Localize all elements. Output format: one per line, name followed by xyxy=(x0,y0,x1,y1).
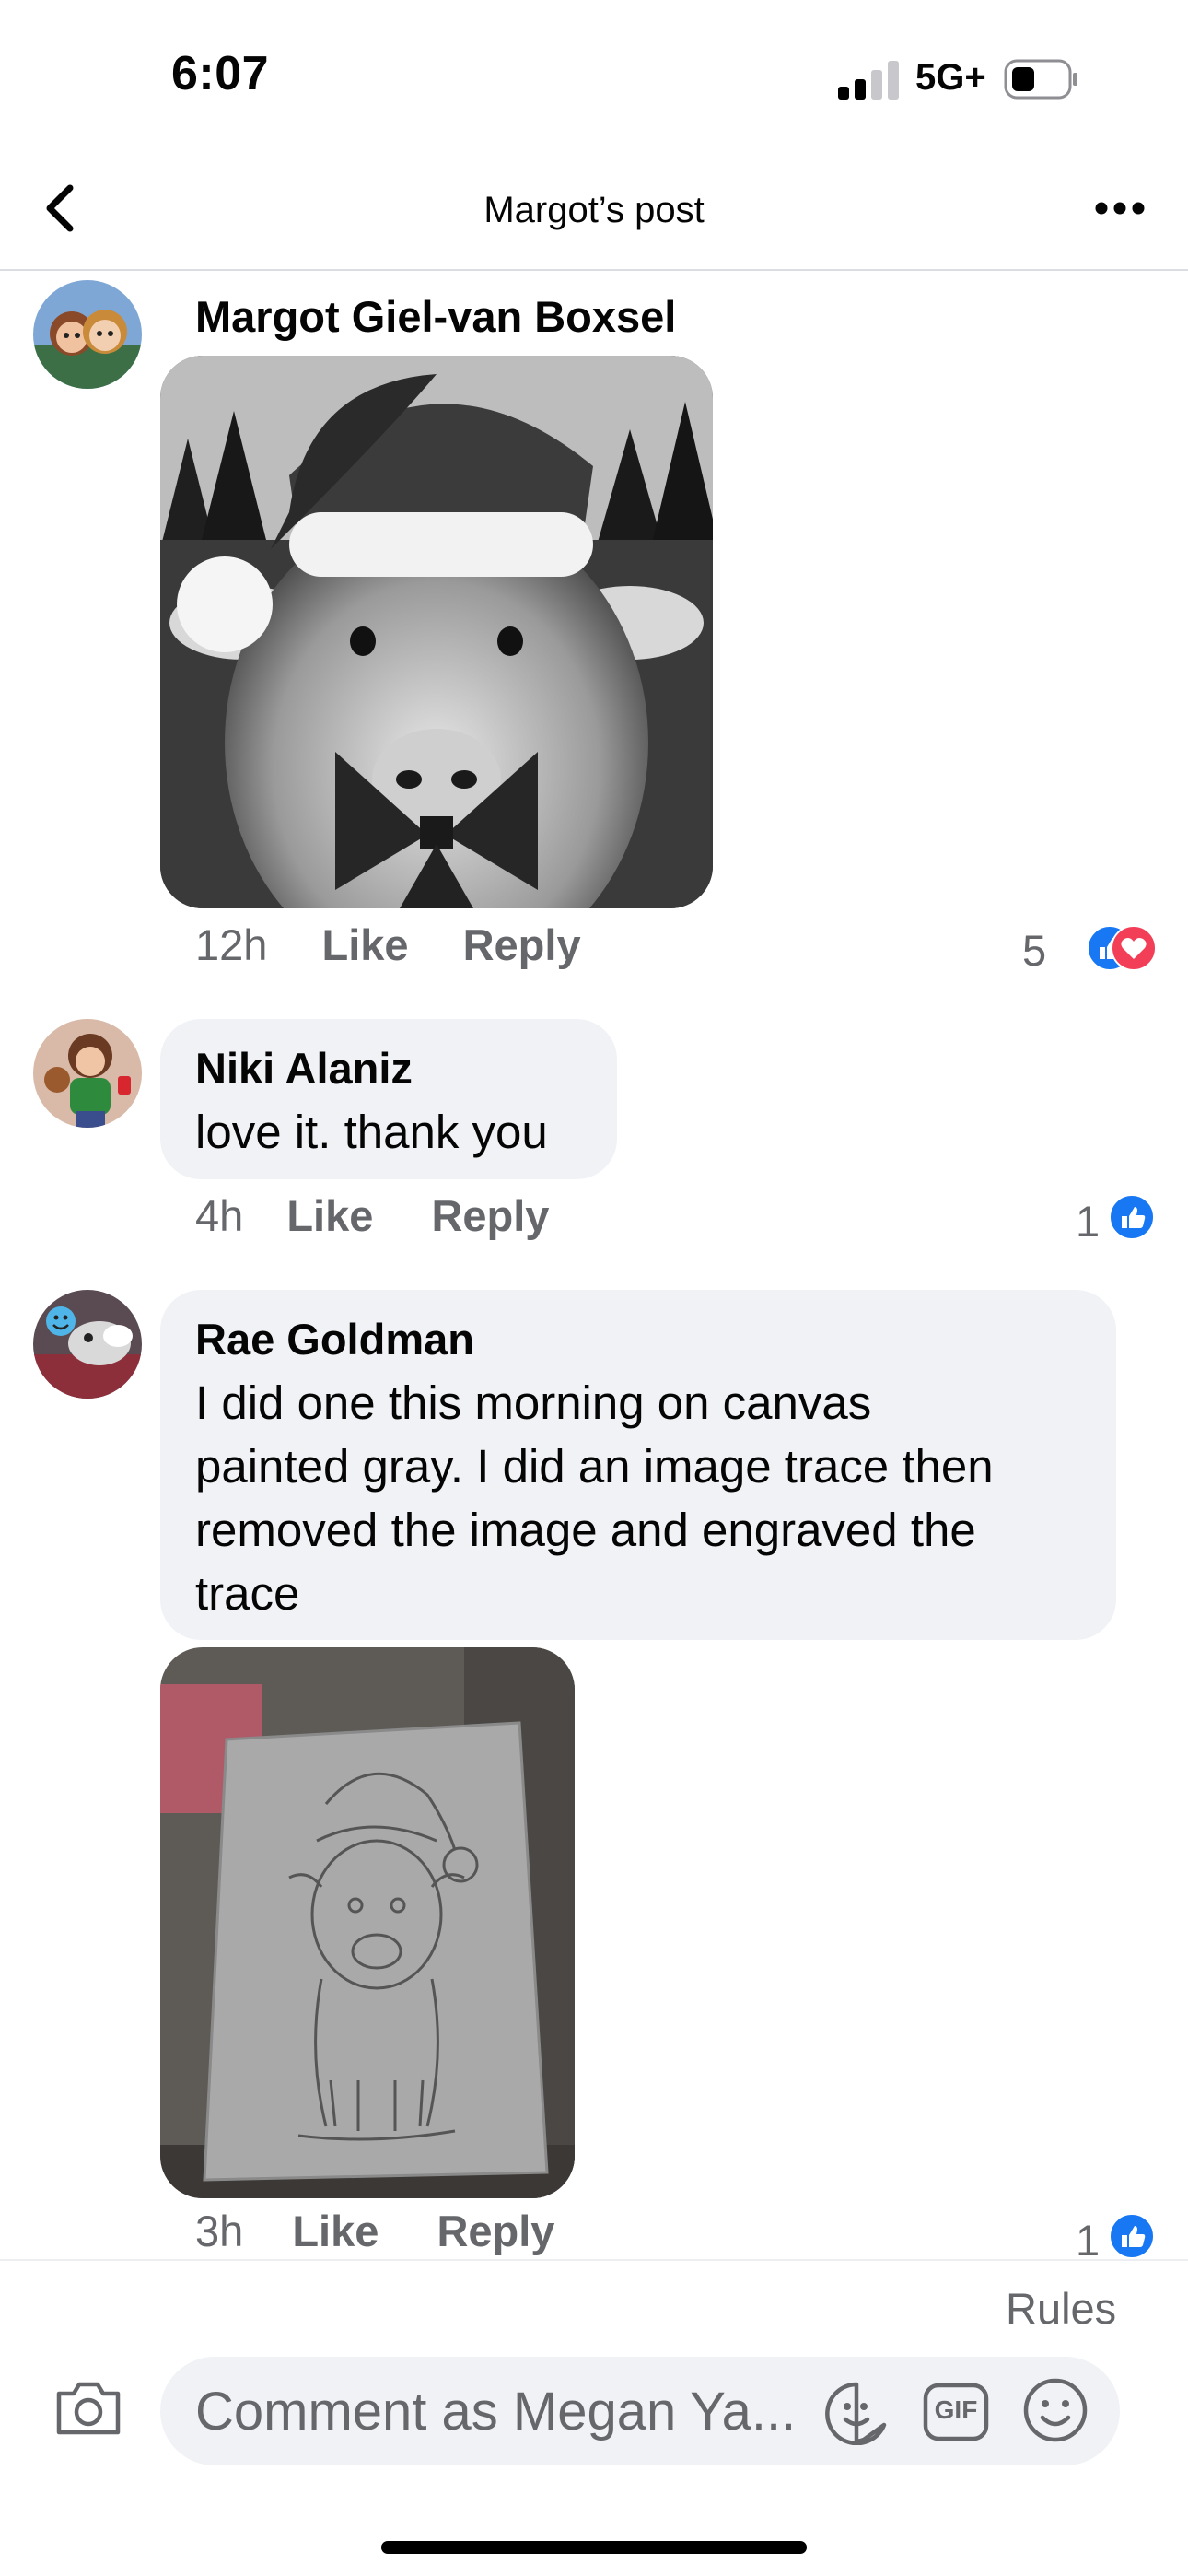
love-reaction-icon xyxy=(1111,925,1157,971)
comment-text: love it. thank you xyxy=(195,1106,548,1158)
more-options-icon[interactable] xyxy=(1094,190,1146,227)
comment-author[interactable]: Rae Goldman xyxy=(195,1314,474,1364)
comment-text: I did one this morning on canvas painted… xyxy=(195,1371,1098,1625)
avatar[interactable] xyxy=(33,280,142,389)
network-type: 5G+ xyxy=(915,57,986,98)
camera-icon[interactable] xyxy=(53,2379,123,2438)
battery-icon xyxy=(1004,59,1077,100)
avatar[interactable] xyxy=(33,1290,142,1399)
gif-button[interactable]: GIF xyxy=(923,2383,989,2441)
highland-calf-photo xyxy=(160,356,713,908)
comment-text-line: painted gray. I did an image trace then xyxy=(195,1440,994,1493)
reaction-count[interactable]: 5 xyxy=(1022,925,1046,976)
sticker-icon[interactable] xyxy=(821,2379,891,2445)
comment-meta: 12h Like Reply xyxy=(195,919,581,970)
comment-time: 12h xyxy=(195,920,268,969)
reply-button[interactable]: Reply xyxy=(437,2207,554,2255)
comment-bubble: Rae Goldman I did one this morning on ca… xyxy=(160,1290,1116,1640)
engraved-canvas-photo xyxy=(160,1647,575,2198)
avatar[interactable] xyxy=(33,1019,142,1128)
like-button[interactable]: Like xyxy=(321,920,408,969)
reaction-count[interactable]: 1 xyxy=(1076,2215,1100,2266)
comment-text-line: removed the image and engraved the xyxy=(195,1504,976,1556)
nav-divider xyxy=(0,269,1188,271)
like-button[interactable]: Like xyxy=(292,2207,379,2255)
page-title: Margot’s post xyxy=(483,190,705,230)
comment-text-line: I did one this morning on canvas xyxy=(195,1376,872,1429)
emoji-icon[interactable] xyxy=(1022,2377,1089,2443)
home-indicator xyxy=(381,2541,807,2554)
comment-text-line: trace xyxy=(195,1567,300,1620)
comment-bubble: Niki Alaniz love it. thank you xyxy=(160,1019,617,1179)
comment-time: 3h xyxy=(195,2207,244,2255)
composer-divider xyxy=(0,2259,1188,2261)
gif-label: GIF xyxy=(934,2395,978,2424)
reply-button[interactable]: Reply xyxy=(431,1191,549,1240)
status-time: 6:07 xyxy=(171,47,270,100)
reply-button[interactable]: Reply xyxy=(463,920,581,969)
like-button[interactable]: Like xyxy=(286,1191,373,1240)
comment-author[interactable]: Margot Giel-van Boxsel xyxy=(195,291,676,342)
like-reaction-icon xyxy=(1109,2213,1155,2259)
comment-image[interactable] xyxy=(160,356,713,908)
comment-image[interactable] xyxy=(160,1647,575,2198)
comment-meta: 3h Like Reply xyxy=(195,2206,554,2256)
reaction-count[interactable]: 1 xyxy=(1076,1196,1100,1247)
comment-meta: 4h Like Reply xyxy=(195,1190,549,1241)
rules-link[interactable]: Rules xyxy=(1006,2283,1116,2334)
comment-time: 4h xyxy=(195,1191,244,1240)
like-reaction-icon xyxy=(1109,1194,1155,1240)
comment-author[interactable]: Niki Alaniz xyxy=(195,1043,413,1094)
signal-bars-icon xyxy=(838,61,899,100)
